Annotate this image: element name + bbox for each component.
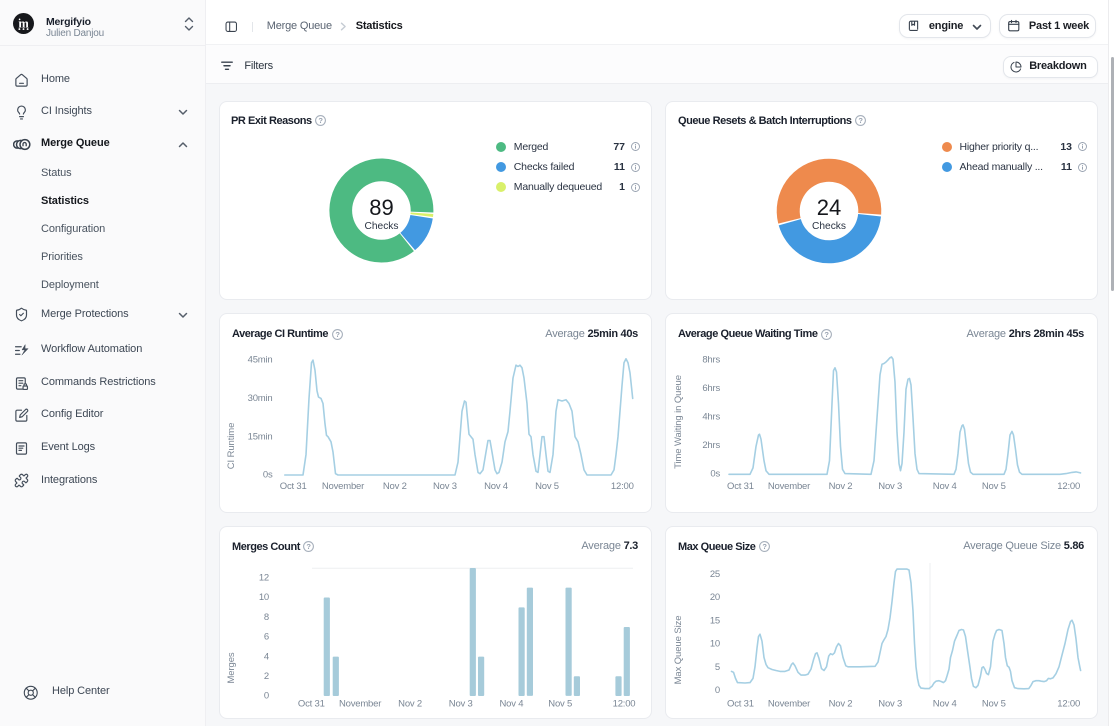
svg-text:?: ? xyxy=(824,330,829,339)
svg-text:?: ? xyxy=(335,330,340,339)
svg-text:?: ? xyxy=(859,116,864,125)
svg-text:?: ? xyxy=(319,116,324,125)
svg-text:?: ? xyxy=(307,542,312,551)
svg-text:?: ? xyxy=(762,542,767,551)
